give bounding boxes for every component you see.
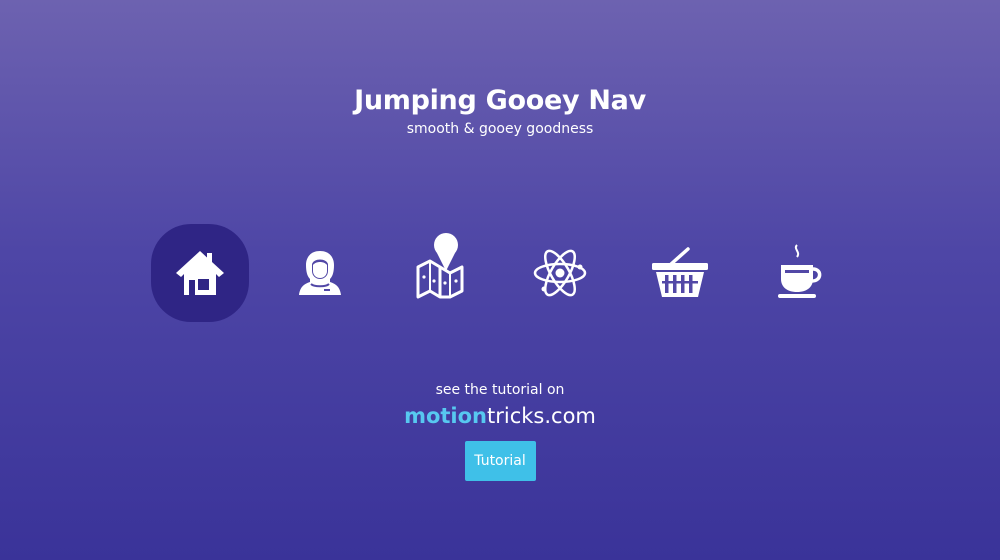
nav-item-atom[interactable] [511,224,609,322]
site-brand: motion [404,404,488,428]
nav-item-map[interactable] [391,224,489,322]
user-icon [299,251,341,295]
nav-item-basket[interactable] [631,224,729,322]
tutorial-button[interactable]: Tutorial [464,441,536,481]
atom-icon [533,249,587,297]
header: Jumping Gooey Nav smooth & gooey goodnes… [0,84,1000,138]
coffee-icon [778,244,822,298]
footer: see the tutorial on motiontricks.com Tut… [0,380,1000,481]
nav-item-home[interactable] [151,224,249,322]
see-tutorial-text: see the tutorial on [435,382,565,398]
map-icon [416,233,464,299]
site-link[interactable]: motiontricks.com [0,402,1000,430]
gooey-nav [151,224,849,324]
site-domain: tricks.com [487,404,596,428]
basket-icon [652,247,708,297]
page-title: Jumping Gooey Nav [354,85,646,116]
nav-item-coffee[interactable] [751,224,849,322]
home-icon [176,251,224,295]
page-subtitle: smooth & gooey goodness [406,121,594,137]
nav-item-user[interactable] [271,224,369,322]
